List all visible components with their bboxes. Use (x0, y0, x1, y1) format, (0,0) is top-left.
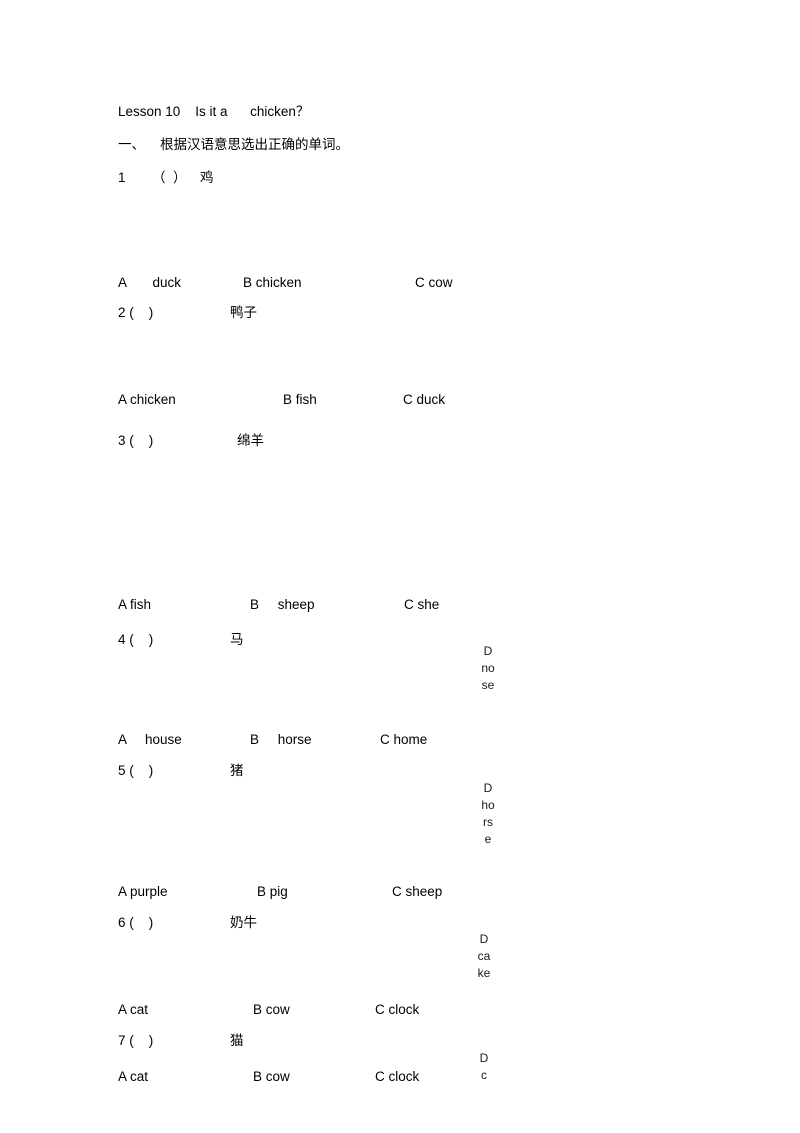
question-number-2: 2 ( ) (118, 305, 154, 320)
margin-note-4: Dc (479, 1051, 489, 1083)
question-prompt-5: 猪 (230, 763, 244, 778)
question-number-5: 5 ( ) (118, 763, 154, 778)
option-6-b[interactable]: B cow (253, 1002, 290, 1018)
question-number-1: 1 (118, 170, 126, 185)
option-3-a[interactable]: A fish (118, 597, 151, 613)
option-6-a[interactable]: A cat (118, 1002, 148, 1018)
question-prompt-3: 绵羊 (237, 433, 264, 448)
document-page: Lesson 10 Is it a chicken？ 一、 根据汉语意思选出正确… (0, 0, 800, 1133)
option-2-a[interactable]: A chicken (118, 392, 176, 408)
question-prompt-6: 奶牛 (230, 915, 257, 930)
option-7-a[interactable]: A cat (118, 1069, 148, 1085)
option-1-a[interactable]: A duck (118, 275, 181, 291)
option-4-c[interactable]: C home (380, 732, 427, 748)
option-3-b[interactable]: B sheep (250, 597, 315, 613)
option-5-b[interactable]: B pig (257, 884, 288, 900)
margin-note-2: Dhorse (481, 781, 495, 847)
margin-note-1: Dnose (481, 644, 495, 693)
option-6-c[interactable]: C clock (375, 1002, 419, 1018)
question-number-6: 6 ( ) (118, 915, 154, 930)
question-number-4: 4 ( ) (118, 632, 154, 647)
lesson-title: Lesson 10 Is it a chicken？ (118, 104, 310, 119)
option-1-c[interactable]: C cow (415, 275, 453, 291)
option-7-b[interactable]: B cow (253, 1069, 290, 1085)
margin-note-3: Dcake (477, 932, 491, 981)
question-prompt-1: 鸡 (200, 170, 214, 185)
option-5-a[interactable]: A purple (118, 884, 168, 900)
option-3-c[interactable]: C she (404, 597, 439, 613)
option-5-c[interactable]: C sheep (392, 884, 442, 900)
option-1-b[interactable]: B chicken (243, 275, 302, 291)
section-heading: 一、 根据汉语意思选出正确的单词。 (118, 137, 350, 152)
question-prompt-4: 马 (230, 632, 244, 647)
question-prompt-7: 猫 (230, 1033, 244, 1048)
option-7-c[interactable]: C clock (375, 1069, 419, 1085)
option-2-b[interactable]: B fish (283, 392, 317, 408)
question-bracket-1[interactable]: （ ） (152, 170, 187, 186)
question-number-3: 3 ( ) (118, 433, 154, 448)
option-2-c[interactable]: C duck (403, 392, 445, 408)
option-4-b[interactable]: B horse (250, 732, 312, 748)
question-prompt-2: 鸭子 (230, 305, 257, 320)
question-number-7: 7 ( ) (118, 1033, 154, 1048)
option-4-a[interactable]: A house (118, 732, 182, 748)
